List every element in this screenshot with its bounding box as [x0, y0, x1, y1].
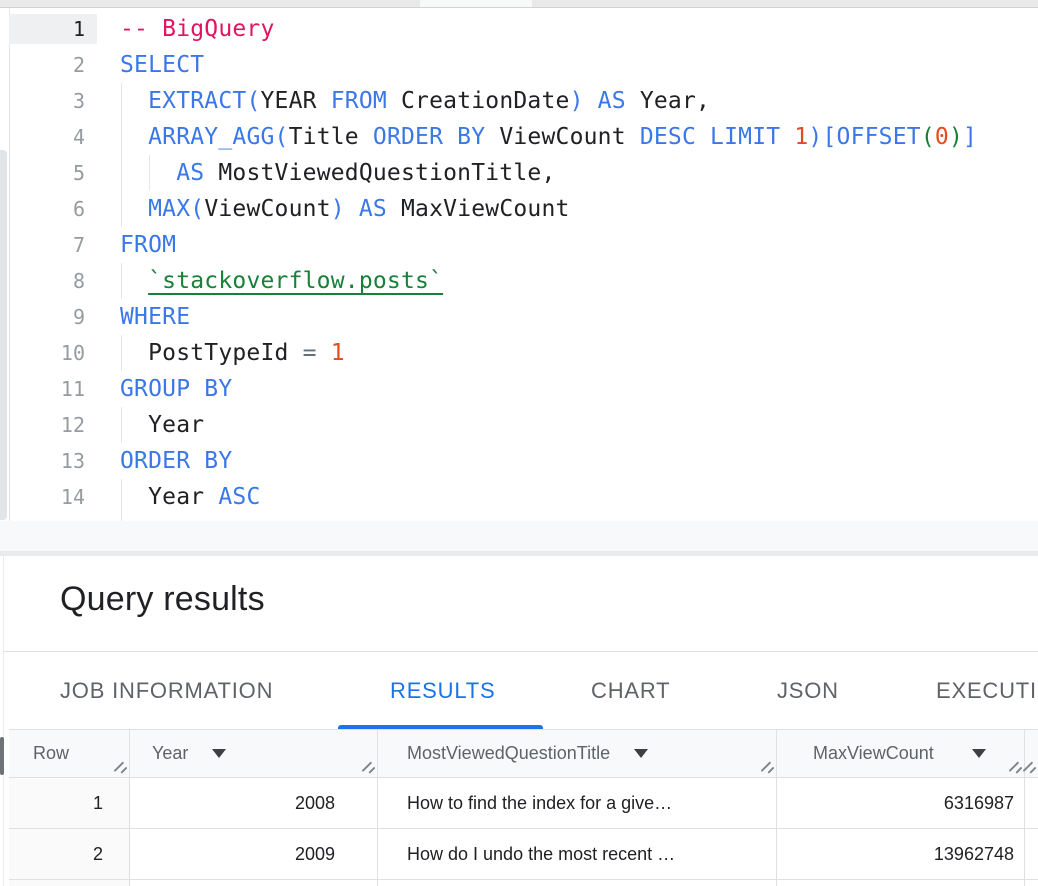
sort-arrow-icon[interactable]	[972, 749, 986, 758]
indent-guide	[121, 83, 122, 227]
line-number: 12	[9, 407, 85, 443]
column-resize-handle[interactable]	[113, 760, 127, 774]
indent-guide	[149, 155, 150, 191]
code-text: MAX(ViewCount) AS MaxViewCount	[120, 191, 570, 227]
line-number: 6	[9, 191, 85, 227]
code-line[interactable]: 7 FROM	[9, 227, 1038, 263]
col-label: MostViewedQuestionTitle	[407, 743, 610, 764]
cell-partial	[130, 880, 378, 886]
cell-partial	[777, 880, 1025, 886]
code-text: Year ASC	[120, 479, 261, 515]
code-text: SELECT	[120, 47, 204, 83]
col-label: MaxViewCount	[813, 743, 934, 764]
cell-max-view-count: 6316987	[777, 778, 1025, 829]
code-text: -- BigQuery	[120, 11, 275, 47]
panel-gap	[0, 521, 1038, 551]
col-header-most-viewed-question-title: MostViewedQuestionTitle	[378, 729, 777, 778]
code-text: GROUP BY	[120, 371, 232, 407]
cell-row-number: 1	[9, 778, 130, 829]
line-number: 1	[9, 11, 85, 47]
code-text: EXTRACT(YEAR FROM CreationDate) AS Year,	[120, 83, 710, 119]
indent-guide	[121, 479, 122, 523]
column-resize-handle[interactable]	[361, 760, 375, 774]
cell-row-number: 2	[9, 829, 130, 880]
code-line[interactable]: 14 Year ASC	[9, 479, 1038, 515]
editor-hscrollbar-track[interactable]	[0, 0, 1038, 8]
line-number: 11	[9, 371, 85, 407]
code-line[interactable]: 8 `stackoverflow.posts`	[9, 263, 1038, 299]
code-text: ARRAY_AGG(Title ORDER BY ViewCount DESC …	[120, 119, 977, 155]
code-text: `stackoverflow.posts`	[120, 263, 443, 299]
code-text: AS MostViewedQuestionTitle,	[120, 155, 556, 191]
col-label: Year	[152, 743, 188, 764]
sort-arrow-icon[interactable]	[212, 749, 226, 758]
code-text: PostTypeId = 1	[120, 335, 345, 371]
editor-vscrollbar-thumb[interactable]	[0, 150, 7, 520]
indent-guide	[121, 335, 122, 371]
cell-title: How to find the index for a give…	[378, 778, 777, 829]
cell-max-view-count: 13962748	[777, 829, 1025, 880]
line-number: 14	[9, 479, 85, 515]
code-line[interactable]: 3 EXTRACT(YEAR FROM CreationDate) AS Yea…	[9, 83, 1038, 119]
line-number: 8	[9, 263, 85, 299]
code-line[interactable]: 5 AS MostViewedQuestionTitle,	[9, 155, 1038, 191]
cell-partial	[1025, 880, 1038, 886]
col-header-overflow	[1025, 729, 1038, 778]
col-header-year: Year	[130, 729, 378, 778]
code-line[interactable]: 13 ORDER BY	[9, 443, 1038, 479]
code-text: ORDER BY	[120, 443, 232, 479]
line-number: 10	[9, 335, 85, 371]
results-table: Row Year MostViewedQuestionTitle MaxView…	[9, 729, 1038, 886]
results-tabbar: JOB INFORMATION RESULTS CHART JSON EXECU…	[0, 652, 1038, 729]
line-number: 5	[9, 155, 85, 191]
line-number: 13	[9, 443, 85, 479]
cell-partial	[378, 880, 777, 886]
tab-results[interactable]: RESULTS	[390, 652, 495, 729]
code-line[interactable]: 9 WHERE	[9, 299, 1038, 335]
sql-editor[interactable]: 1-- BigQuery2SELECT3 EXTRACT(YEAR FROM C…	[0, 8, 1038, 521]
code-text: Year	[120, 407, 204, 443]
col-header-row: Row	[9, 729, 130, 778]
column-resize-handle[interactable]	[1008, 760, 1022, 774]
code-line[interactable]: 2 SELECT	[9, 47, 1038, 83]
code-text: FROM	[120, 227, 176, 263]
line-number: 9	[9, 299, 85, 335]
code-line[interactable]: 12 Year	[9, 407, 1038, 443]
column-resize-handle[interactable]	[760, 760, 774, 774]
code-line[interactable]: 1 -- BigQuery	[9, 11, 1038, 47]
sort-arrow-icon[interactable]	[634, 749, 648, 758]
tab-chart[interactable]: CHART	[591, 652, 670, 729]
line-number: 7	[9, 227, 85, 263]
column-resize-handle[interactable]	[1022, 760, 1036, 774]
bigquery-console: { "colors":{ "kw":"#3b78e7","pln":"#2021…	[0, 0, 1038, 886]
cell-overflow	[1025, 829, 1038, 880]
col-header-max-view-count: MaxViewCount	[777, 729, 1025, 778]
indent-guide	[121, 407, 122, 443]
line-number: 2	[9, 47, 85, 83]
code-line[interactable]: 6 MAX(ViewCount) AS MaxViewCount	[9, 191, 1038, 227]
cell-year: 2009	[130, 829, 378, 880]
editor-hscrollbar-thumb[interactable]	[420, 0, 532, 7]
query-results-title: Query results	[60, 580, 265, 619]
cell-overflow	[1025, 778, 1038, 829]
code-line[interactable]: 10 PostTypeId = 1	[9, 335, 1038, 371]
query-results-panel: Query results JOB INFORMATION RESULTS CH…	[0, 556, 1038, 886]
code-line[interactable]: 11 GROUP BY	[9, 371, 1038, 407]
cell-year: 2008	[130, 778, 378, 829]
cell-partial	[9, 880, 130, 886]
line-number: 3	[9, 83, 85, 119]
line-number: 4	[9, 119, 85, 155]
cell-title: How do I undo the most recent …	[378, 829, 777, 880]
tab-execution-details[interactable]: EXECUTION DETAILS	[936, 652, 1038, 729]
tab-job-information[interactable]: JOB INFORMATION	[60, 652, 273, 729]
code-text: WHERE	[120, 299, 190, 335]
indent-guide	[121, 263, 122, 299]
code-line[interactable]: 4 ARRAY_AGG(Title ORDER BY ViewCount DES…	[9, 119, 1038, 155]
results-vscrollbar-thumb[interactable]	[0, 737, 4, 775]
col-label: Row	[33, 743, 69, 764]
code-lines: 1-- BigQuery2SELECT3 EXTRACT(YEAR FROM C…	[9, 11, 1038, 515]
tab-json[interactable]: JSON	[777, 652, 839, 729]
